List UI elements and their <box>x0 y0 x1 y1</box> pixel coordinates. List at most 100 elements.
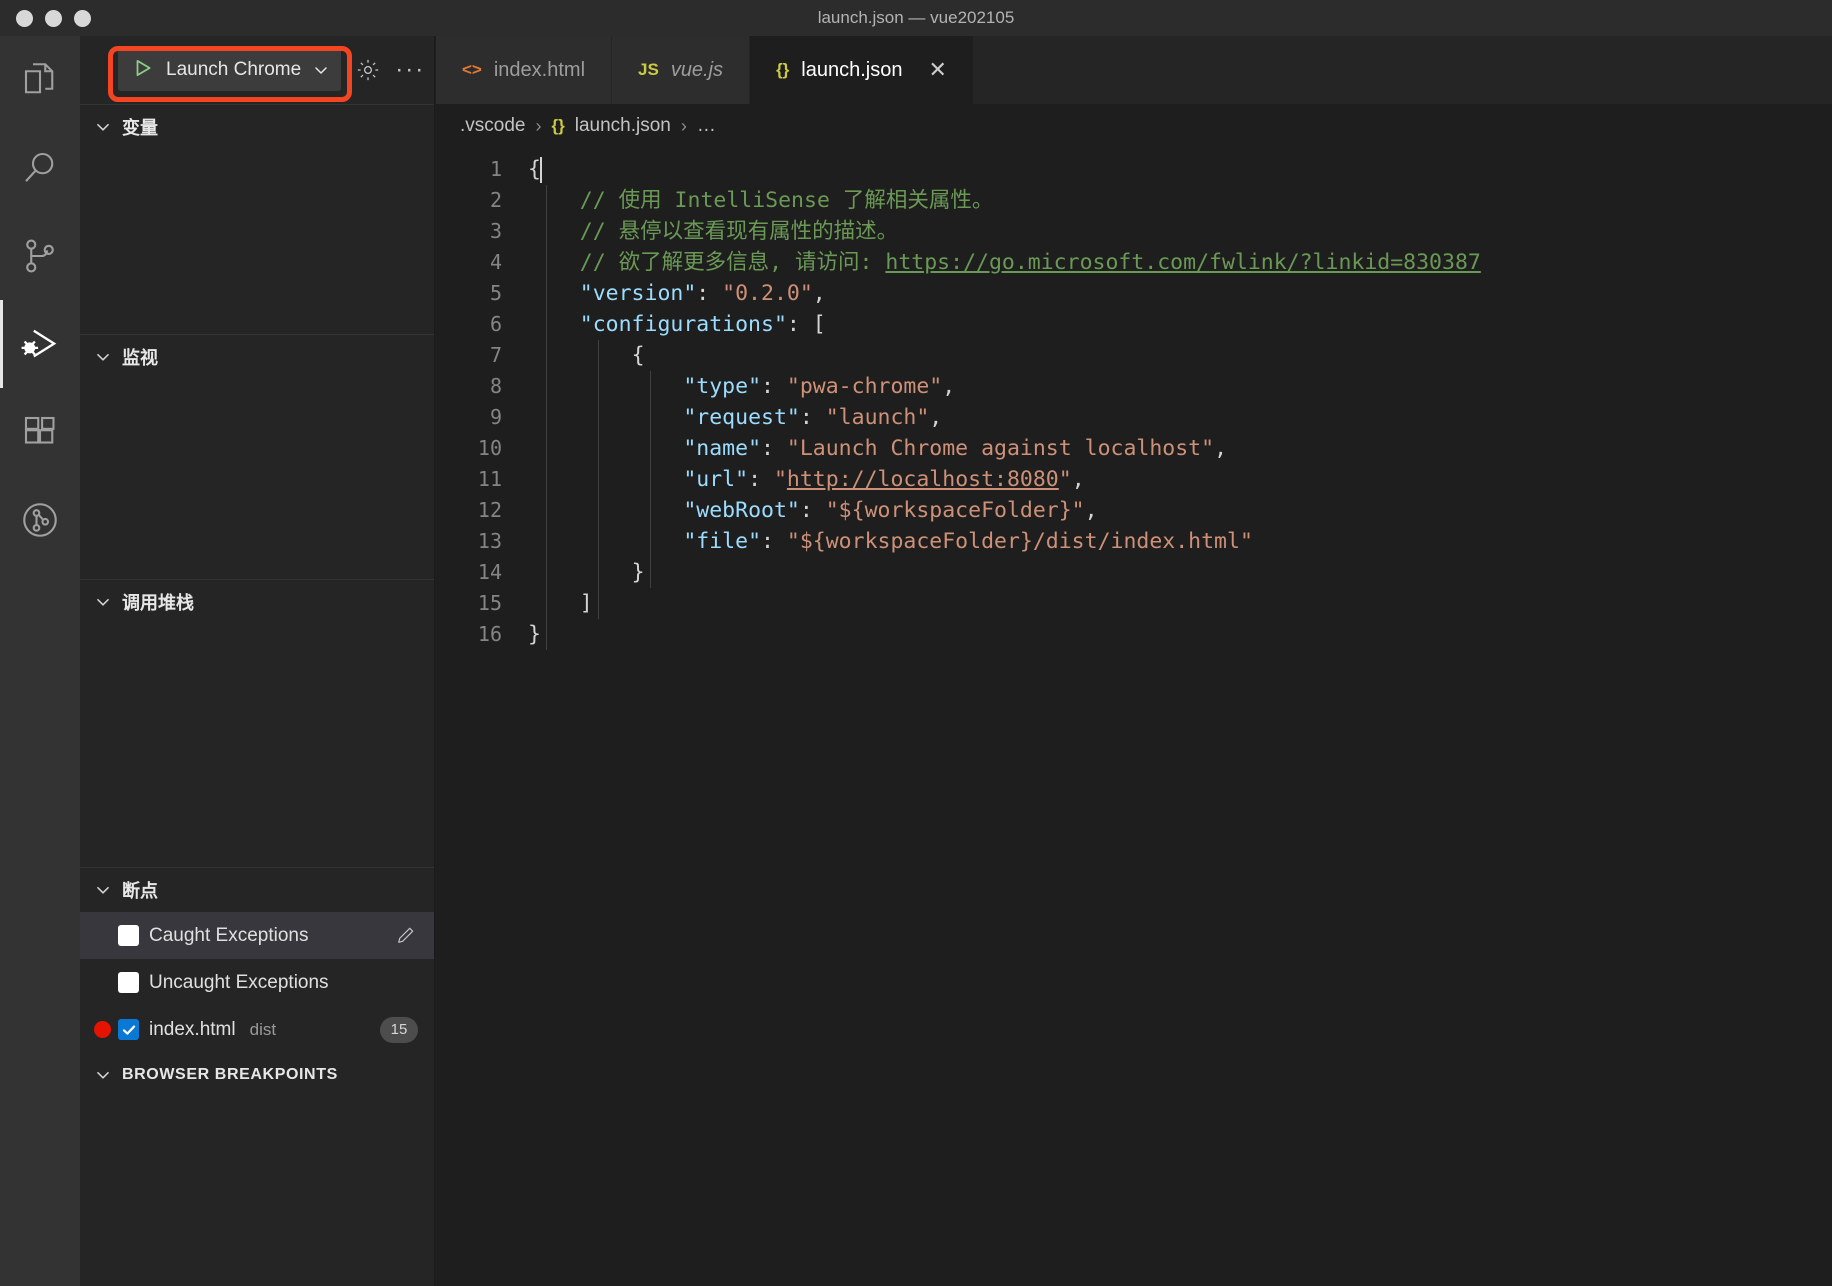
activity-item-extensions[interactable] <box>0 388 80 476</box>
window-controls[interactable] <box>16 9 91 27</box>
activity-item-source-control[interactable] <box>0 212 80 300</box>
code-text: // 使用 IntelliSense 了解相关属性。 <box>579 188 994 213</box>
code-line[interactable]: 4 // 欲了解更多信息, 请访问: https://go.microsoft.… <box>436 247 1832 278</box>
play-icon[interactable] <box>132 57 154 84</box>
breakpoint-checkbox[interactable] <box>118 925 139 946</box>
tab-label: vue.js <box>670 58 724 81</box>
tab-vue-js[interactable]: JS vue.js <box>612 36 751 104</box>
indent-guide <box>546 185 547 650</box>
chevron-down-icon <box>94 118 112 136</box>
code-line[interactable]: 7 { <box>436 340 1832 371</box>
code-text: "file": "${workspaceFolder}/dist/index.h… <box>683 529 1253 554</box>
breakpoint-label: Caught Exceptions <box>149 924 309 946</box>
section-title: 监视 <box>122 348 158 368</box>
activity-item-run-and-debug[interactable] <box>0 300 80 388</box>
code-line[interactable]: 2 // 使用 IntelliSense 了解相关属性。 <box>436 185 1832 216</box>
section-title: 变量 <box>122 118 158 138</box>
code-line[interactable]: 12 "webRoot": "${workspaceFolder}", <box>436 495 1832 526</box>
code-text: "webRoot": "${workspaceFolder}", <box>683 498 1098 523</box>
section-header-variables[interactable]: 变量 <box>80 105 434 149</box>
gear-icon[interactable] <box>353 55 383 85</box>
code-text: // 悬停以查看现有属性的描述。 <box>579 219 899 244</box>
line-number: 11 <box>477 467 502 491</box>
debug-toolbar: Launch Chrome ··· <box>80 36 434 104</box>
code-text: "type": "pwa-chrome", <box>683 374 956 399</box>
code-line[interactable]: 14 } <box>436 557 1832 588</box>
line-number: 15 <box>477 591 502 615</box>
code-text: "name": "Launch Chrome against localhost… <box>683 436 1228 461</box>
section-call-stack: 调用堆栈 <box>80 579 434 867</box>
tab-launch-json[interactable]: {} launch.json ✕ <box>750 36 974 104</box>
vscode-window: launch.json — vue202105 Launch Chrome ··… <box>0 0 1832 1286</box>
section-header-call-stack[interactable]: 调用堆栈 <box>80 580 434 624</box>
chevron-down-icon[interactable] <box>313 62 329 78</box>
line-number: 16 <box>477 622 502 646</box>
section-header-watch[interactable]: 监视 <box>80 335 434 379</box>
code-line[interactable]: 5 "version": "0.2.0", <box>436 278 1832 309</box>
line-number: 1 <box>489 157 502 181</box>
code-line[interactable]: 3 // 悬停以查看现有属性的描述。 <box>436 216 1832 247</box>
code-line[interactable]: 6 "configurations": [ <box>436 309 1832 340</box>
code-text: "url": "http://localhost:8080", <box>683 467 1085 492</box>
list-item[interactable]: Caught Exceptions <box>80 912 434 959</box>
line-number: 12 <box>477 498 502 522</box>
breakpoint-dot-icon[interactable] <box>94 1021 111 1038</box>
breakpoint-checkbox[interactable] <box>118 1019 139 1040</box>
tab-index-html[interactable]: <> index.html <box>436 36 613 104</box>
files-icon <box>19 59 61 101</box>
breadcrumb-symbol[interactable]: … <box>697 115 716 137</box>
code-text: "request": "launch", <box>683 405 943 430</box>
code-editor[interactable]: 1{2 // 使用 IntelliSense 了解相关属性。 3 // 悬停以查看… <box>436 148 1832 650</box>
activity-item-explorer[interactable] <box>0 36 80 124</box>
more-actions-button[interactable]: ··· <box>395 55 425 85</box>
debug-icon <box>17 321 63 367</box>
list-item[interactable]: Uncaught Exceptions <box>80 959 434 1006</box>
js-file-icon: JS <box>638 60 659 79</box>
activity-item-search[interactable] <box>0 124 80 212</box>
code-line[interactable]: 11 "url": "http://localhost:8080", <box>436 464 1832 495</box>
json-file-icon: {} <box>551 116 565 135</box>
line-number: 14 <box>477 560 502 584</box>
close-window-button[interactable] <box>16 9 33 27</box>
activity-item-testing[interactable] <box>0 476 80 564</box>
list-item[interactable]: index.html dist 15 <box>80 1006 434 1053</box>
line-number: 2 <box>489 188 502 212</box>
json-file-icon: {} <box>776 60 790 79</box>
code-line[interactable]: 9 "request": "launch", <box>436 402 1832 433</box>
minimize-window-button[interactable] <box>45 9 62 27</box>
breadcrumb-folder[interactable]: .vscode <box>460 115 525 137</box>
code-line[interactable]: 10 "name": "Launch Chrome against localh… <box>436 433 1832 464</box>
breadcrumb-separator: › <box>535 115 542 136</box>
section-title: BROWSER BREAKPOINTS <box>122 1066 338 1083</box>
pencil-icon[interactable] <box>394 925 416 947</box>
breakpoint-dot-icon <box>94 974 111 991</box>
section-variables: 变量 <box>80 104 434 334</box>
section-browser-breakpoints: BROWSER BREAKPOINTS <box>80 1053 434 1097</box>
chevron-down-icon <box>94 881 112 899</box>
launch-config-dropdown[interactable]: Launch Chrome <box>118 49 342 91</box>
tab-label: launch.json <box>801 58 903 81</box>
line-number: 13 <box>477 529 502 553</box>
tab-bar-filler <box>973 36 1832 104</box>
section-breakpoints: 断点 Caught Exceptions Uncaught Exceptions… <box>80 867 434 1053</box>
section-header-browser-breakpoints[interactable]: BROWSER BREAKPOINTS <box>80 1053 434 1097</box>
source-control-icon <box>19 235 61 277</box>
close-icon[interactable]: ✕ <box>928 59 946 81</box>
activity-bar <box>0 36 80 1286</box>
section-header-breakpoints[interactable]: 断点 <box>80 868 434 912</box>
breadcrumb-file[interactable]: launch.json <box>575 115 671 137</box>
breakpoint-checkbox[interactable] <box>118 972 139 993</box>
code-line[interactable]: 16} <box>436 619 1832 650</box>
breakpoint-folder: dist <box>249 1019 277 1039</box>
section-title: 调用堆栈 <box>122 593 194 613</box>
code-line[interactable]: 1{ <box>436 154 1832 185</box>
extensions-icon <box>19 411 61 453</box>
code-line[interactable]: 13 "file": "${workspaceFolder}/dist/inde… <box>436 526 1832 557</box>
zoom-window-button[interactable] <box>74 9 91 27</box>
section-watch: 监视 <box>80 334 434 579</box>
line-number: 9 <box>489 405 502 429</box>
breakpoints-list: Caught Exceptions Uncaught Exceptions in… <box>80 912 434 1053</box>
code-line[interactable]: 8 "type": "pwa-chrome", <box>436 371 1832 402</box>
code-line[interactable]: 15 ] <box>436 588 1832 619</box>
section-title: 断点 <box>122 881 158 901</box>
